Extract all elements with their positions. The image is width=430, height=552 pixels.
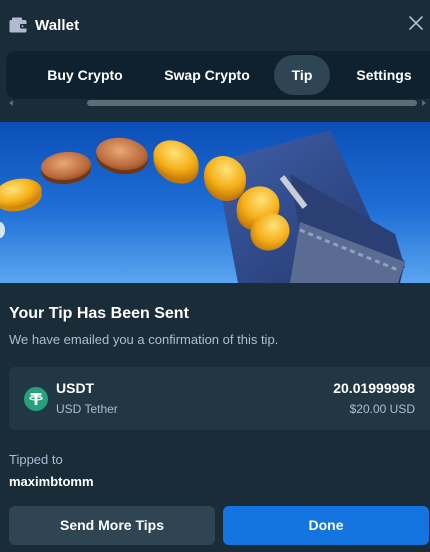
confirmation-heading: Your Tip Has Been Sent <box>9 305 189 322</box>
close-icon[interactable] <box>408 15 424 31</box>
asset-usd-value: $20.00 USD <box>349 402 415 416</box>
tab-swap-crypto[interactable]: Swap Crypto <box>150 55 264 95</box>
scroll-left-icon[interactable] <box>8 99 14 107</box>
modal-title: Wallet <box>35 16 80 34</box>
tab-tip[interactable]: Tip <box>274 55 330 95</box>
asset-symbol: USDT <box>56 380 95 396</box>
tab-settings[interactable]: Settings <box>344 55 424 95</box>
scroll-right-icon[interactable] <box>421 99 427 107</box>
asset-name: USD Tether <box>56 402 118 416</box>
tip-asset-card: USDT USD Tether 20.01999998 $20.00 USD <box>9 367 430 430</box>
recipient-username: maximbtomm <box>9 474 94 489</box>
wallet-icon <box>9 17 27 33</box>
modal-header: Wallet <box>0 0 430 50</box>
hero-illustration <box>0 122 430 283</box>
scrollbar-thumb[interactable] <box>87 100 417 106</box>
tipped-to-label: Tipped to <box>9 452 63 467</box>
done-button[interactable]: Done <box>223 506 429 545</box>
confirmation-subtext: We have emailed you a confirmation of th… <box>9 332 279 347</box>
tether-icon <box>24 387 48 411</box>
coins-wallet-image <box>0 122 430 283</box>
tabs-scrollbar[interactable] <box>6 99 430 107</box>
wallet-tabs: Buy Crypto Swap Crypto Tip Settings <box>6 51 430 99</box>
asset-amount: 20.01999998 <box>333 380 415 396</box>
tab-buy-crypto[interactable]: Buy Crypto <box>34 55 136 95</box>
send-more-tips-button[interactable]: Send More Tips <box>9 506 215 545</box>
